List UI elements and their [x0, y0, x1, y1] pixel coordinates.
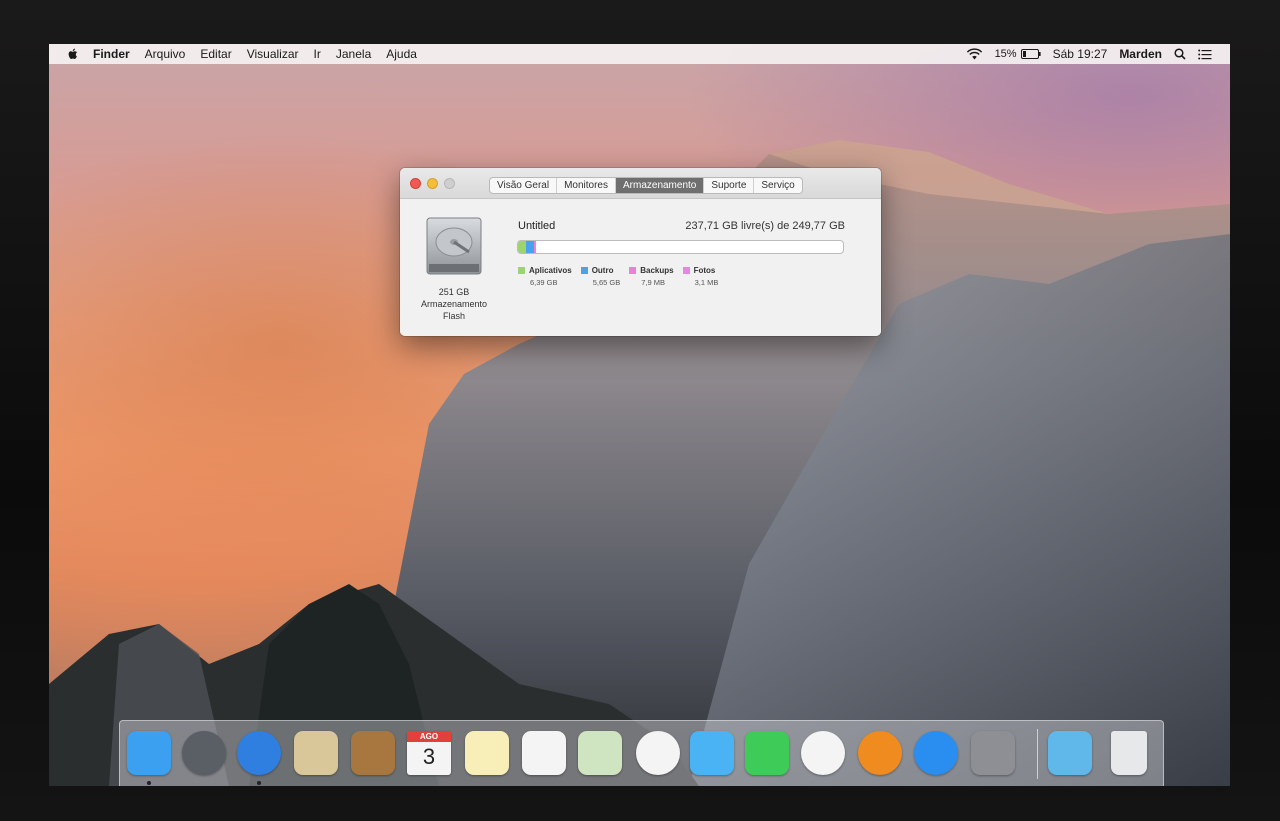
- wallpaper-mountain: [49, 140, 1230, 786]
- tab-servico[interactable]: Serviço: [754, 178, 801, 193]
- free-space: 237,71 GB livre(s) de 249,77 GB: [685, 220, 845, 232]
- tab-monitores[interactable]: Monitores: [557, 178, 616, 193]
- minimize-button[interactable]: [427, 178, 438, 189]
- zoom-button[interactable]: [444, 178, 455, 189]
- safari-icon[interactable]: [237, 731, 281, 775]
- menu-ir[interactable]: Ir: [314, 47, 321, 61]
- close-button[interactable]: [410, 178, 421, 189]
- battery-status[interactable]: 15%: [995, 48, 1041, 60]
- notification-center-icon[interactable]: [1198, 49, 1212, 60]
- launchpad-icon[interactable]: [182, 731, 226, 775]
- notes-icon[interactable]: [465, 731, 509, 775]
- legend-label: Aplicativos: [529, 266, 572, 275]
- disk-type-2: Flash: [442, 311, 465, 321]
- clock[interactable]: Sáb 19:27: [1053, 47, 1108, 61]
- disk-size: 251 GB: [438, 287, 470, 297]
- messages-icon[interactable]: [690, 731, 734, 775]
- reminders-icon[interactable]: [522, 731, 566, 775]
- legend-label: Fotos: [693, 266, 716, 275]
- legend-swatch: [682, 267, 690, 274]
- legend-size: 7,9 MB: [641, 278, 665, 287]
- legend-item: Fotos 3,1 MB: [682, 266, 719, 287]
- calendar-icon[interactable]: AGO 3: [407, 731, 451, 775]
- app-store-icon[interactable]: [914, 731, 958, 775]
- tab-armazenamento[interactable]: Armazenamento: [615, 178, 705, 193]
- system-preferences-icon[interactable]: [971, 731, 1015, 775]
- menu-janela[interactable]: Janela: [336, 47, 371, 61]
- legend-size: 6,39 GB: [530, 278, 558, 287]
- disk-type: Armazenamento: [420, 299, 488, 309]
- disk-info: 251 GB Armazenamento Flash: [412, 286, 496, 322]
- tab-bar: Visão Geral Monitores Armazenamento Supo…: [489, 177, 803, 194]
- legend-label: Outro: [591, 266, 614, 275]
- downloads-folder-icon[interactable]: [1048, 731, 1092, 775]
- dock: AGO 3: [119, 720, 1164, 786]
- dock-separator: [1037, 729, 1038, 779]
- storage-segment-fotos: [534, 241, 536, 253]
- legend-item: Backups 7,9 MB: [629, 266, 674, 287]
- ibooks-icon[interactable]: [858, 731, 902, 775]
- legend-item: Aplicativos 6,39 GB: [518, 266, 572, 287]
- user-name[interactable]: Marden: [1119, 47, 1162, 61]
- spotlight-search-icon[interactable]: [1174, 48, 1186, 60]
- tab-visao-geral[interactable]: Visão Geral: [490, 178, 558, 193]
- legend-item: Outro 5,65 GB: [580, 266, 621, 287]
- storage-segment-outro: [526, 241, 534, 253]
- running-indicator: [147, 781, 151, 785]
- menu-app-finder[interactable]: Finder: [93, 47, 130, 61]
- wifi-icon[interactable]: [966, 48, 983, 60]
- legend-swatch: [629, 267, 637, 274]
- menu-arquivo[interactable]: Arquivo: [145, 47, 186, 61]
- storage-segment-aplicativos: [518, 241, 527, 253]
- desktop-screen: Finder Arquivo Editar Visualizar Ir Jane…: [49, 44, 1230, 786]
- itunes-icon[interactable]: [801, 731, 845, 775]
- photos-icon[interactable]: [636, 731, 680, 775]
- legend-size: 3,1 MB: [694, 278, 719, 287]
- storage-usage-bar: [517, 240, 844, 254]
- facetime-icon[interactable]: [745, 731, 789, 775]
- about-this-mac-window: Visão Geral Monitores Armazenamento Supo…: [400, 168, 881, 336]
- contacts-icon[interactable]: [351, 731, 395, 775]
- tab-suporte[interactable]: Suporte: [704, 178, 755, 193]
- maps-icon[interactable]: [578, 731, 622, 775]
- calendar-month: AGO: [407, 731, 451, 742]
- legend-size: 5,65 GB: [592, 278, 621, 287]
- status-menus: 15% Sáb 19:27 Marden: [954, 47, 1230, 61]
- mail-icon[interactable]: [294, 731, 338, 775]
- legend-swatch: [580, 267, 588, 274]
- menu-bar: Finder Arquivo Editar Visualizar Ir Jane…: [49, 44, 1230, 64]
- menu-editar[interactable]: Editar: [200, 47, 231, 61]
- apple-menu-icon[interactable]: [65, 47, 81, 61]
- flash-storage-disk-icon: [426, 217, 482, 275]
- legend-swatch: [518, 267, 525, 274]
- menu-visualizar[interactable]: Visualizar: [247, 47, 299, 61]
- menu-ajuda[interactable]: Ajuda: [386, 47, 417, 61]
- trash-icon[interactable]: [1111, 731, 1147, 775]
- legend-label: Backups: [640, 266, 674, 275]
- finder-icon[interactable]: [127, 731, 171, 775]
- battery-icon: [1020, 49, 1041, 59]
- volume-name: Untitled: [518, 220, 556, 232]
- window-titlebar[interactable]: Visão Geral Monitores Armazenamento Supo…: [400, 168, 881, 199]
- storage-pane: 251 GB Armazenamento Flash Untitled 237,…: [400, 199, 881, 336]
- storage-legend: Aplicativos 6,39 GB Outro 5,65 GB Backups 7,9…: [518, 266, 727, 287]
- calendar-day: 3: [422, 744, 436, 769]
- running-indicator: [257, 781, 261, 785]
- battery-percent: 15%: [994, 48, 1017, 60]
